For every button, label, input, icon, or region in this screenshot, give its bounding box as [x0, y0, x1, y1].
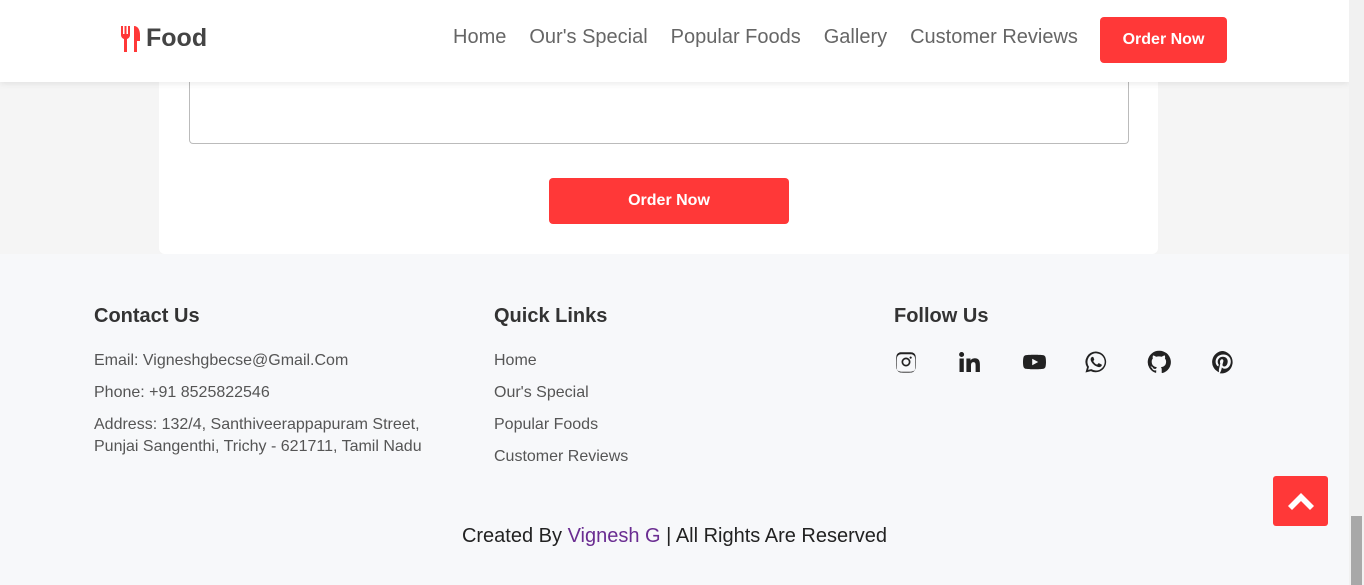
credit-prefix: Created By	[461, 525, 563, 547]
youtube-link[interactable]	[1021, 350, 1084, 376]
nav-customer-reviews[interactable]: Customer Reviews	[910, 26, 1078, 49]
page-scrollbar[interactable]	[1349, 0, 1364, 585]
chevron-up-icon	[1287, 493, 1314, 510]
site-footer: Contact Us Email: Vigneshgbecse@Gmail.Co…	[0, 254, 1349, 585]
pinterest-icon	[1211, 351, 1233, 374]
footer-quick-links: Quick Links Home Our's Special Popular F…	[494, 305, 794, 478]
header-order-button[interactable]: Order Now	[1100, 17, 1227, 63]
address-line-2: Punjai Sangenthi, Trichy - 621711, Tamil…	[94, 438, 422, 455]
footer-credit: Created By Vignesh G | All Rights Are Re…	[0, 525, 1349, 548]
social-links	[894, 350, 1274, 386]
contact-phone: Phone: +91 8525822546	[94, 384, 270, 401]
order-form-card: Order Now	[159, 60, 1158, 254]
footer-link-popular-foods[interactable]: Popular Foods	[494, 414, 794, 436]
footer-link-customer-reviews[interactable]: Customer Reviews	[494, 446, 794, 468]
nav-home[interactable]: Home	[453, 26, 506, 49]
linkedin-icon	[959, 352, 981, 372]
utensils-icon	[121, 25, 140, 52]
footer-link-home[interactable]: Home	[494, 350, 794, 372]
pinterest-link[interactable]	[1211, 350, 1274, 376]
nav-popular-foods[interactable]: Popular Foods	[671, 26, 801, 49]
address-line-1: Address: 132/4, Santhiveerappapuram Stre…	[94, 416, 420, 433]
footer-contact: Contact Us Email: Vigneshgbecse@Gmail.Co…	[94, 305, 454, 458]
order-submit-button[interactable]: Order Now	[549, 178, 789, 224]
logo-text: Food	[146, 24, 208, 52]
instagram-icon	[896, 352, 916, 373]
youtube-icon	[1022, 354, 1046, 370]
nav-gallery[interactable]: Gallery	[824, 26, 887, 49]
scrollbar-thumb[interactable]	[1351, 516, 1362, 585]
footer-follow: Follow Us	[894, 305, 1274, 386]
linkedin-link[interactable]	[957, 350, 1020, 376]
contact-address: Address: 132/4, Santhiveerappapuram Stre…	[94, 414, 454, 458]
quick-links-title: Quick Links	[494, 305, 608, 327]
whatsapp-link[interactable]	[1084, 350, 1147, 376]
logo[interactable]: Food	[120, 24, 207, 53]
credit-author-link[interactable]: Vignesh G	[568, 525, 661, 547]
main-nav: Home Our's Special Popular Foods Gallery…	[453, 26, 1078, 49]
github-link[interactable]	[1147, 350, 1210, 376]
credit-suffix: | All Rights Are Reserved	[666, 525, 888, 547]
follow-title: Follow Us	[894, 305, 989, 327]
instagram-link[interactable]	[894, 350, 957, 376]
site-header: Food Home Our's Special Popular Foods Ga…	[0, 0, 1349, 82]
github-icon	[1148, 350, 1172, 374]
footer-link-special[interactable]: Our's Special	[494, 382, 794, 404]
nav-special[interactable]: Our's Special	[529, 26, 647, 49]
scroll-to-top-button[interactable]	[1273, 476, 1328, 526]
whatsapp-icon	[1085, 351, 1107, 373]
contact-email: Email: Vigneshgbecse@Gmail.Com	[94, 352, 349, 369]
contact-title: Contact Us	[94, 305, 200, 327]
